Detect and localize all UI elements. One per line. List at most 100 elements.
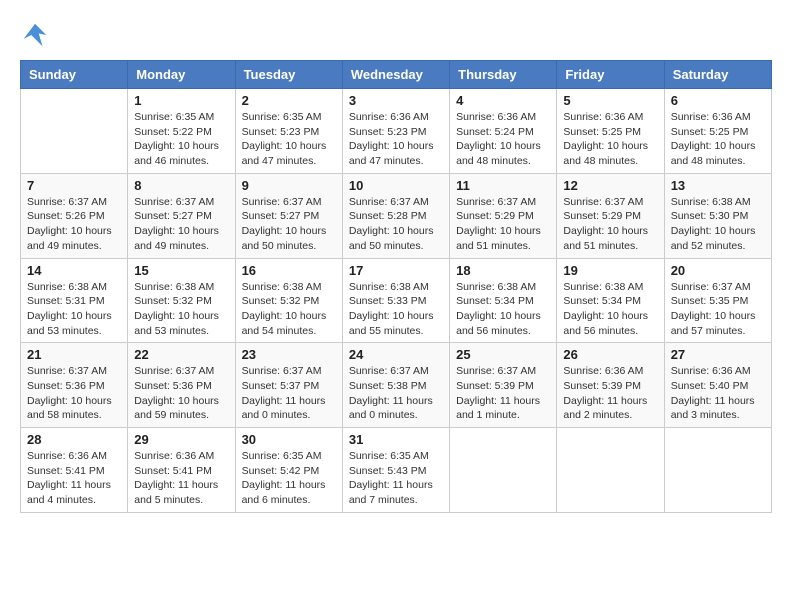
day-info: Sunrise: 6:37 AMSunset: 5:36 PMDaylight:…: [27, 364, 121, 423]
calendar-cell: 3Sunrise: 6:36 AMSunset: 5:23 PMDaylight…: [342, 89, 449, 174]
day-number: 27: [671, 347, 765, 362]
day-number: 15: [134, 263, 228, 278]
calendar-header-row: SundayMondayTuesdayWednesdayThursdayFrid…: [21, 61, 772, 89]
calendar-cell: [21, 89, 128, 174]
calendar-cell: 9Sunrise: 6:37 AMSunset: 5:27 PMDaylight…: [235, 173, 342, 258]
day-info: Sunrise: 6:37 AMSunset: 5:38 PMDaylight:…: [349, 364, 443, 423]
calendar-cell: 1 Sunrise: 6:35 AMSunset: 5:22 PMDaylight…: [128, 89, 235, 174]
day-info: Sunrise: 6:38 AMSunset: 5:34 PMDaylight:…: [563, 280, 657, 339]
page-header: [20, 20, 772, 50]
day-info: Sunrise: 6:37 AMSunset: 5:27 PMDaylight:…: [242, 195, 336, 254]
day-number: 8: [134, 178, 228, 193]
day-info: Sunrise: 6:38 AMSunset: 5:30 PMDaylight:…: [671, 195, 765, 254]
calendar-cell: 17 Sunrise: 6:38 AMSunset: 5:33 PMDayligh…: [342, 258, 449, 343]
day-info: Sunrise: 6:36 AMSunset: 5:41 PMDaylight:…: [134, 449, 228, 508]
day-number: 4: [456, 93, 550, 108]
calendar-table: SundayMondayTuesdayWednesdayThursdayFrid…: [20, 60, 772, 513]
calendar-cell: 5 Sunrise: 6:36 AMSunset: 5:25 PMDaylight…: [557, 89, 664, 174]
calendar-cell: 23 Sunrise: 6:37 AMSunset: 5:37 PMDayligh…: [235, 343, 342, 428]
day-info: Sunrise: 6:35 AMSunset: 5:22 PMDaylight:…: [134, 110, 228, 169]
day-number: 24: [349, 347, 443, 362]
logo-bird-icon: [20, 20, 50, 50]
calendar-cell: 15 Sunrise: 6:38 AMSunset: 5:32 PMDayligh…: [128, 258, 235, 343]
calendar-cell: 7Sunrise: 6:37 AMSunset: 5:26 PMDaylight…: [21, 173, 128, 258]
calendar-cell: 31 Sunrise: 6:35 AMSunset: 5:43 PMDayligh…: [342, 428, 449, 513]
day-number: 23: [242, 347, 336, 362]
calendar-cell: 29 Sunrise: 6:36 AMSunset: 5:41 PMDayligh…: [128, 428, 235, 513]
day-number: 2: [242, 93, 336, 108]
day-info: Sunrise: 6:37 AMSunset: 5:39 PMDaylight:…: [456, 364, 550, 423]
calendar-week-4: 21 Sunrise: 6:37 AMSunset: 5:36 PMDayligh…: [21, 343, 772, 428]
day-number: 5: [563, 93, 657, 108]
calendar-cell: 2 Sunrise: 6:35 AMSunset: 5:23 PMDaylight…: [235, 89, 342, 174]
day-number: 7: [27, 178, 121, 193]
day-number: 1: [134, 93, 228, 108]
header-saturday: Saturday: [664, 61, 771, 89]
header-friday: Friday: [557, 61, 664, 89]
header-wednesday: Wednesday: [342, 61, 449, 89]
day-number: 30: [242, 432, 336, 447]
calendar-week-2: 7Sunrise: 6:37 AMSunset: 5:26 PMDaylight…: [21, 173, 772, 258]
calendar-cell: 4 Sunrise: 6:36 AMSunset: 5:24 PMDaylight…: [450, 89, 557, 174]
calendar-cell: 24 Sunrise: 6:37 AMSunset: 5:38 PMDayligh…: [342, 343, 449, 428]
header-tuesday: Tuesday: [235, 61, 342, 89]
day-number: 31: [349, 432, 443, 447]
day-info: Sunrise: 6:37 AMSunset: 5:36 PMDaylight:…: [134, 364, 228, 423]
calendar-cell: 6 Sunrise: 6:36 AMSunset: 5:25 PMDaylight…: [664, 89, 771, 174]
calendar-cell: 8Sunrise: 6:37 AMSunset: 5:27 PMDaylight…: [128, 173, 235, 258]
calendar-cell: 21 Sunrise: 6:37 AMSunset: 5:36 PMDayligh…: [21, 343, 128, 428]
calendar-cell: 12Sunrise: 6:37 AMSunset: 5:29 PMDayligh…: [557, 173, 664, 258]
day-info: Sunrise: 6:37 AMSunset: 5:37 PMDaylight:…: [242, 364, 336, 423]
day-number: 6: [671, 93, 765, 108]
calendar-cell: 25 Sunrise: 6:37 AMSunset: 5:39 PMDayligh…: [450, 343, 557, 428]
calendar-cell: 11Sunrise: 6:37 AMSunset: 5:29 PMDayligh…: [450, 173, 557, 258]
calendar-cell: 14Sunrise: 6:38 AMSunset: 5:31 PMDayligh…: [21, 258, 128, 343]
calendar-cell: 19 Sunrise: 6:38 AMSunset: 5:34 PMDayligh…: [557, 258, 664, 343]
day-number: 11: [456, 178, 550, 193]
day-number: 13: [671, 178, 765, 193]
day-info: Sunrise: 6:38 AMSunset: 5:33 PMDaylight:…: [349, 280, 443, 339]
calendar-cell: 16 Sunrise: 6:38 AMSunset: 5:32 PMDayligh…: [235, 258, 342, 343]
day-number: 3: [349, 93, 443, 108]
day-number: 25: [456, 347, 550, 362]
calendar-cell: [450, 428, 557, 513]
day-info: Sunrise: 6:38 AMSunset: 5:31 PMDaylight:…: [27, 280, 121, 339]
day-number: 26: [563, 347, 657, 362]
day-number: 29: [134, 432, 228, 447]
day-number: 21: [27, 347, 121, 362]
day-number: 10: [349, 178, 443, 193]
calendar-cell: 10 Sunrise: 6:37 AMSunset: 5:28 PMDayligh…: [342, 173, 449, 258]
calendar-week-5: 28 Sunrise: 6:36 AMSunset: 5:41 PMDayligh…: [21, 428, 772, 513]
day-info: Sunrise: 6:36 AMSunset: 5:24 PMDaylight:…: [456, 110, 550, 169]
header-monday: Monday: [128, 61, 235, 89]
day-number: 16: [242, 263, 336, 278]
calendar-cell: 26Sunrise: 6:36 AMSunset: 5:39 PMDayligh…: [557, 343, 664, 428]
day-info: Sunrise: 6:36 AMSunset: 5:25 PMDaylight:…: [671, 110, 765, 169]
calendar-week-1: 1 Sunrise: 6:35 AMSunset: 5:22 PMDaylight…: [21, 89, 772, 174]
calendar-cell: 27 Sunrise: 6:36 AMSunset: 5:40 PMDayligh…: [664, 343, 771, 428]
day-info: Sunrise: 6:35 AMSunset: 5:43 PMDaylight:…: [349, 449, 443, 508]
day-number: 20: [671, 263, 765, 278]
day-number: 12: [563, 178, 657, 193]
calendar-cell: 13 Sunrise: 6:38 AMSunset: 5:30 PMDayligh…: [664, 173, 771, 258]
calendar-cell: [664, 428, 771, 513]
day-info: Sunrise: 6:35 AMSunset: 5:42 PMDaylight:…: [242, 449, 336, 508]
day-number: 18: [456, 263, 550, 278]
calendar-cell: 20 Sunrise: 6:37 AMSunset: 5:35 PMDayligh…: [664, 258, 771, 343]
calendar-cell: [557, 428, 664, 513]
day-number: 19: [563, 263, 657, 278]
calendar-cell: 30 Sunrise: 6:35 AMSunset: 5:42 PMDayligh…: [235, 428, 342, 513]
day-number: 17: [349, 263, 443, 278]
day-info: Sunrise: 6:35 AMSunset: 5:23 PMDaylight:…: [242, 110, 336, 169]
calendar-cell: 22Sunrise: 6:37 AMSunset: 5:36 PMDayligh…: [128, 343, 235, 428]
day-number: 28: [27, 432, 121, 447]
day-info: Sunrise: 6:38 AMSunset: 5:32 PMDaylight:…: [134, 280, 228, 339]
calendar-cell: 18Sunrise: 6:38 AMSunset: 5:34 PMDayligh…: [450, 258, 557, 343]
day-info: Sunrise: 6:36 AMSunset: 5:40 PMDaylight:…: [671, 364, 765, 423]
day-info: Sunrise: 6:38 AMSunset: 5:32 PMDaylight:…: [242, 280, 336, 339]
day-info: Sunrise: 6:36 AMSunset: 5:25 PMDaylight:…: [563, 110, 657, 169]
day-info: Sunrise: 6:37 AMSunset: 5:35 PMDaylight:…: [671, 280, 765, 339]
day-info: Sunrise: 6:36 AMSunset: 5:41 PMDaylight:…: [27, 449, 121, 508]
header-thursday: Thursday: [450, 61, 557, 89]
day-info: Sunrise: 6:37 AMSunset: 5:28 PMDaylight:…: [349, 195, 443, 254]
